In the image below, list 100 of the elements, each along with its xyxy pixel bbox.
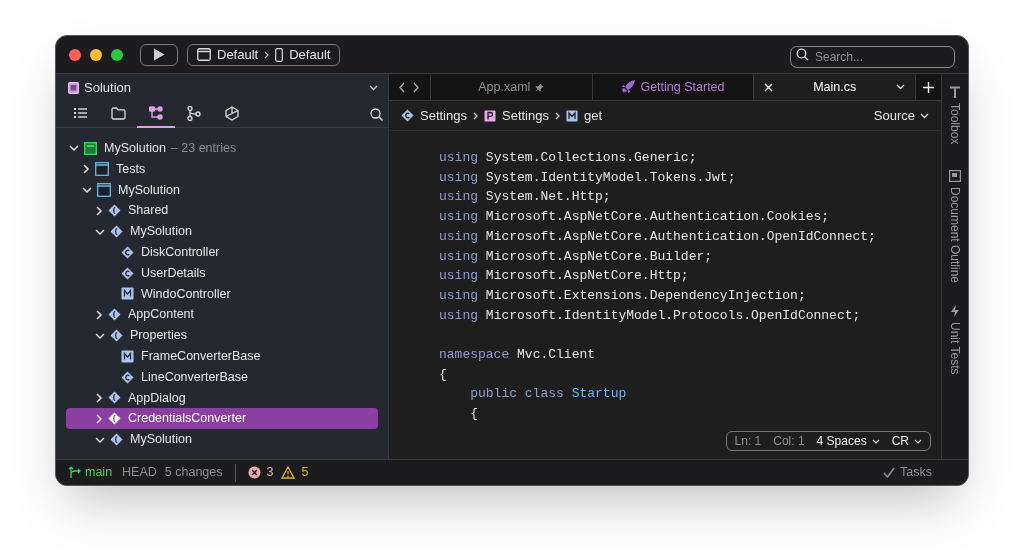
chevron-right-icon	[264, 50, 270, 59]
folder-icon	[110, 106, 126, 120]
namespace-icon	[108, 391, 121, 405]
breadcrumb-item[interactable]: Settings	[502, 105, 549, 126]
error-count[interactable]: 3	[266, 463, 274, 482]
module-icon	[121, 349, 134, 363]
breadcrumb-item[interactable]: get	[583, 105, 603, 126]
tree-row[interactable]: AppDialog	[66, 387, 378, 409]
tree-row[interactable]: MySolution	[66, 429, 378, 450]
chevron-right-icon[interactable]	[95, 392, 103, 403]
warning-count[interactable]: 5	[301, 463, 309, 482]
code-line: using System.IdentityModel.Tokens.Jwt;	[439, 168, 736, 187]
tree-row[interactable]: DiskController	[66, 242, 378, 263]
lightning-icon	[950, 305, 960, 318]
search-icon[interactable]	[370, 107, 383, 121]
code-line: namespace Mvc.Client	[439, 346, 596, 364]
code-line: using System.Collections.Generic;	[439, 149, 697, 167]
solution-icon	[84, 141, 97, 155]
side-panel-tab[interactable]: Toolbox	[946, 103, 964, 145]
property-icon	[484, 109, 496, 122]
chevron-right-icon	[473, 111, 478, 120]
chevron-down-icon[interactable]	[82, 186, 92, 194]
tree-row[interactable]: MySolution	[66, 179, 378, 201]
head-label: HEAD	[122, 464, 157, 482]
zoom-window-button[interactable]	[111, 48, 123, 61]
cube-icon	[225, 105, 239, 121]
breadcrumb-item[interactable]: Settings	[420, 105, 467, 126]
tree-row[interactable]: MySolution	[66, 221, 378, 242]
code-line: using Microsoft.IdentityModel.Protocols.OpenIdConnect;	[439, 306, 861, 325]
code-line: using System.Net.Http;	[439, 188, 611, 207]
pin-icon[interactable]	[535, 82, 545, 92]
forward-icon[interactable]	[413, 81, 420, 93]
namespace-icon	[110, 433, 123, 447]
code-line: using Microsoft.AspNetCore.Http;	[439, 267, 689, 286]
panel-title: Solution	[84, 78, 132, 97]
search-field[interactable]: Search...	[790, 45, 955, 68]
rocket-icon	[621, 80, 636, 94]
branch-name[interactable]: main	[85, 463, 113, 482]
editor-tab[interactable]: Main.cs	[754, 74, 917, 100]
namespace-icon	[108, 204, 121, 218]
side-panel-tab[interactable]: Unit Tests	[946, 322, 964, 375]
entry-count: – 23 entries	[170, 140, 237, 157]
configuration-label: Default	[217, 45, 259, 64]
chevron-down-icon[interactable]	[69, 144, 79, 153]
tree-row[interactable]: CredentialsConverter	[66, 408, 378, 430]
chevron-right-icon[interactable]	[95, 205, 103, 216]
chevron-right-icon[interactable]	[82, 164, 90, 175]
chevron-down-icon[interactable]	[95, 435, 105, 444]
outline-icon	[949, 170, 961, 183]
module-icon	[121, 287, 134, 301]
line-number: Ln: 1	[734, 433, 762, 450]
phone-icon	[275, 47, 284, 62]
chevron-down-icon[interactable]	[95, 331, 105, 340]
chevron-down-icon[interactable]	[95, 227, 105, 236]
chevron-right-icon[interactable]	[95, 413, 103, 424]
search-icon	[796, 48, 809, 61]
plus-icon	[923, 81, 935, 93]
tree-row[interactable]: Tests	[66, 158, 378, 180]
namespace-icon	[108, 412, 121, 426]
class-icon	[121, 245, 134, 259]
close-icon[interactable]	[764, 82, 774, 92]
chevron-down-icon[interactable]	[369, 84, 378, 91]
class-icon	[401, 109, 414, 122]
branch-icon	[68, 466, 81, 479]
view-mode-dropdown[interactable]: Source	[873, 105, 929, 126]
chevron-down-icon	[920, 112, 929, 119]
namespace-icon	[110, 225, 123, 239]
code-line: using Microsoft.Extensions.DependencyInjection;	[439, 286, 806, 305]
side-panel-tab[interactable]: Document Outline	[946, 187, 964, 284]
code-line: public class Startup	[470, 385, 627, 404]
minimize-window-button[interactable]	[90, 48, 102, 61]
tasks-button[interactable]: Tasks	[883, 463, 932, 482]
tree-row[interactable]: AppContent	[66, 304, 378, 326]
namespace-icon	[108, 308, 121, 322]
tree-row[interactable]: WindoController	[66, 283, 378, 305]
chevron-right-icon[interactable]	[95, 309, 103, 320]
method-icon	[565, 109, 578, 122]
code-line: using Microsoft.AspNetCore.Authentication.OpenIdConnect;	[439, 227, 876, 246]
code-line: using Microsoft.AspNetCore.Authentication.Cookies;	[439, 208, 830, 227]
hammer-icon	[949, 86, 961, 98]
tree-row[interactable]: UserDetails	[66, 262, 378, 284]
tree-row[interactable]: MySolution – 23 entries	[66, 138, 378, 159]
close-window-button[interactable]	[69, 48, 81, 61]
tree-row[interactable]: Shared	[66, 200, 378, 222]
run-button[interactable]	[140, 43, 178, 66]
configuration-selector[interactable]: Default Default	[187, 43, 341, 66]
class-icon	[121, 266, 134, 280]
line-ending-dropdown[interactable]: CR	[891, 432, 922, 450]
back-icon[interactable]	[399, 81, 406, 93]
chevron-right-icon	[554, 111, 560, 120]
tree-row[interactable]: LineConverterBase	[66, 366, 378, 388]
tree-row[interactable]: Properties	[66, 325, 378, 346]
tree-row[interactable]: FrameConverterBase	[66, 345, 378, 367]
chevron-down-icon	[871, 438, 880, 444]
indentation-dropdown[interactable]: 4 Spaces	[816, 432, 880, 450]
namespace-icon	[110, 329, 123, 343]
hierarchy-icon	[149, 106, 163, 120]
device-label: Default	[289, 45, 331, 64]
changes-count[interactable]: 5 changes	[164, 463, 223, 482]
check-icon	[883, 467, 896, 478]
